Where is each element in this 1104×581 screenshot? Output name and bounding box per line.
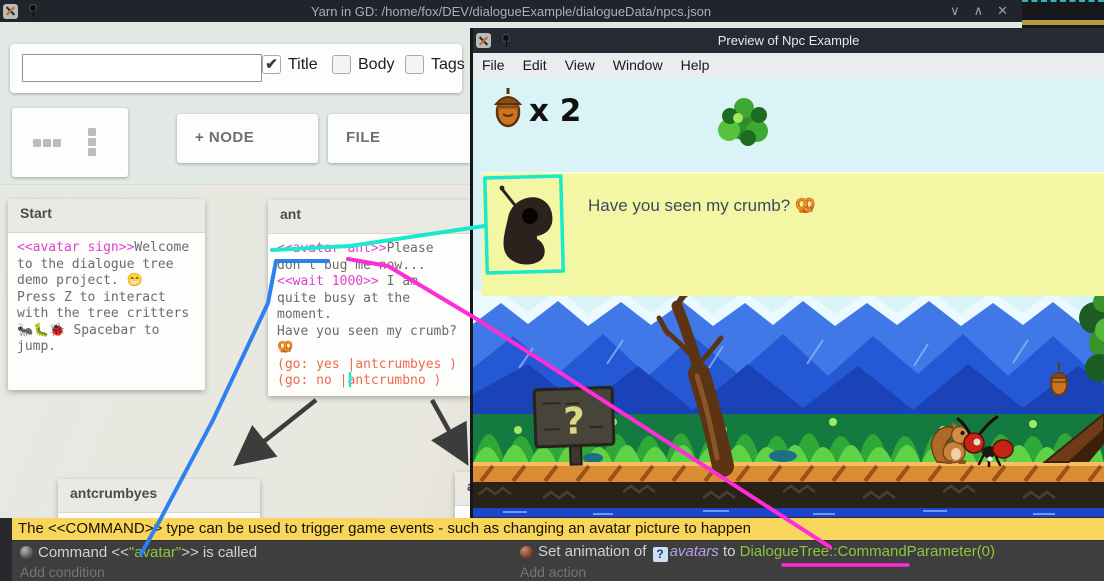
event-gutter	[0, 518, 12, 581]
vertical-layout-icon	[88, 128, 96, 156]
title-checkbox-label: Title	[288, 56, 318, 74]
tooltip-text: The <<COMMAND>> type can be used to trig…	[18, 520, 751, 537]
menu-view[interactable]: View	[556, 53, 604, 78]
action-text: Set animation of ?avatars to DialogueTre…	[538, 543, 995, 562]
dialogue-avatar-ant-head	[498, 182, 560, 270]
event-sheet-panel: The <<COMMAND>> type can be used to trig…	[0, 518, 1104, 581]
tooltip-bar: The <<COMMAND>> type can be used to trig…	[12, 518, 1104, 541]
background-window-sliver	[1022, 0, 1104, 30]
question-icon: ?	[653, 547, 668, 562]
filter-tags[interactable]: Tags	[405, 55, 465, 74]
condition-text: Command <<"avatar">> is called	[38, 544, 257, 561]
game-viewport[interactable]: ?	[473, 78, 1104, 517]
action-row[interactable]: Set animation of ?avatars to DialogueTre…	[512, 541, 1104, 564]
filter-title[interactable]: ✔ Title	[262, 55, 318, 74]
file-button[interactable]: FILE	[328, 114, 472, 163]
node-antcrumbyes-title: antcrumbyes	[58, 479, 260, 513]
close-button[interactable]: ✕	[997, 3, 1008, 19]
menu-window[interactable]: Window	[604, 53, 672, 78]
minimize-button[interactable]: ∨	[950, 3, 960, 19]
tags-checkbox[interactable]	[405, 55, 424, 74]
maximize-button[interactable]: ∧	[974, 3, 984, 19]
body-checkbox-label: Body	[358, 56, 394, 74]
preview-window: Preview of Npc Example File Edit View Wi…	[470, 28, 1104, 581]
node-ant-body: <<avatar ant>>Pleasedon't bug me now...<…	[268, 234, 470, 397]
tags-checkbox-label: Tags	[431, 56, 465, 74]
node-ant[interactable]: ant <<avatar ant>>Pleasedon't bug me now…	[268, 200, 470, 396]
yarn-titlebar: Yarn in GD: /home/fox/DEV/dialogueExampl…	[0, 0, 1022, 22]
add-action-button[interactable]: Add action	[512, 564, 1104, 581]
screen: Yarn in GD: /home/fox/DEV/dialogueExampl…	[0, 0, 1104, 581]
search-toolbar: ✔ Title Body Tags	[10, 44, 462, 93]
node-ant-title: ant	[268, 200, 470, 234]
event-action-column: Set animation of ?avatars to DialogueTre…	[512, 541, 1104, 581]
node-start-body: <<avatar sign>>Welcometo the dialogue tr…	[8, 233, 205, 363]
condition-row[interactable]: Command <<"avatar">> is called	[12, 541, 510, 564]
hud-count-text: x 2	[529, 93, 581, 129]
layout-toggle-button[interactable]	[12, 108, 128, 177]
dialogue-box: Have you seen my crumb? 🥨	[482, 172, 1104, 296]
horizontal-layout-icon	[33, 139, 61, 147]
background-window-highlight	[1022, 20, 1104, 25]
sign-question-glyph: ?	[563, 399, 586, 443]
event-condition-column: Command <<"avatar">> is called Add condi…	[12, 541, 510, 581]
add-condition-button[interactable]: Add condition	[12, 564, 510, 581]
menu-help[interactable]: Help	[672, 53, 719, 78]
preview-window-title: Preview of Npc Example	[473, 33, 1104, 48]
condition-icon	[20, 546, 33, 559]
yarn-window-title: Yarn in GD: /home/fox/DEV/dialogueExampl…	[0, 4, 1022, 19]
preview-menubar: File Edit View Window Help	[473, 53, 1104, 78]
preview-titlebar: Preview of Npc Example	[473, 28, 1104, 53]
dialogue-text: Have you seen my crumb? 🥨	[588, 196, 816, 216]
action-icon	[520, 546, 533, 559]
menu-file[interactable]: File	[473, 53, 514, 78]
node-start-title: Start	[8, 199, 205, 233]
ground	[473, 462, 1104, 517]
filter-body[interactable]: Body	[332, 55, 394, 74]
menu-edit[interactable]: Edit	[514, 53, 556, 78]
node-start[interactable]: Start <<avatar sign>>Welcometo the dialo…	[8, 199, 205, 390]
body-checkbox[interactable]	[332, 55, 351, 74]
title-checkbox[interactable]: ✔	[262, 55, 281, 74]
add-node-button[interactable]: + NODE	[177, 114, 318, 163]
search-input[interactable]	[22, 54, 262, 82]
